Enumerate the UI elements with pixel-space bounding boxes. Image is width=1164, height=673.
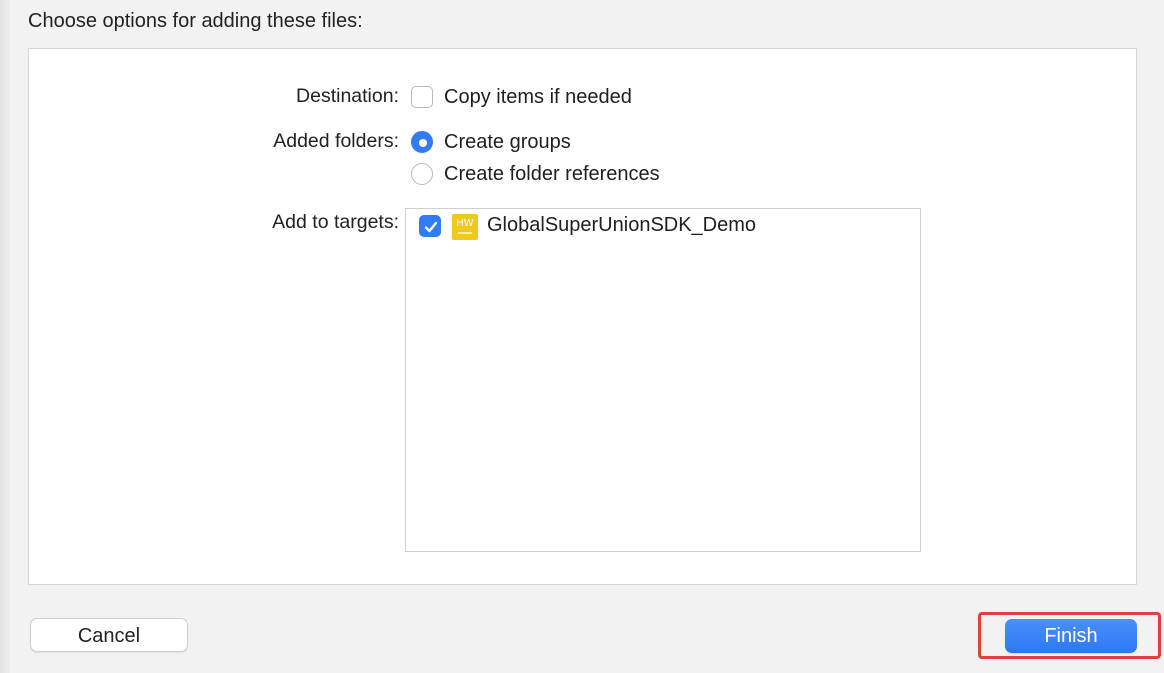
options-panel: Destination: Copy items if needed Added …: [28, 48, 1137, 585]
app-target-icon-text: HW: [456, 218, 474, 229]
create-folder-references-radio[interactable]: [411, 163, 433, 185]
added-folders-label: Added folders:: [273, 130, 399, 152]
targets-list[interactable]: HW GlobalSuperUnionSDK_Demo: [405, 208, 921, 552]
create-groups-label[interactable]: Create groups: [444, 131, 571, 154]
add-files-sheet: Choose options for adding these files: D…: [10, 0, 1164, 673]
cancel-button[interactable]: Cancel: [30, 618, 188, 652]
copy-items-label[interactable]: Copy items if needed: [444, 86, 632, 109]
target-name[interactable]: GlobalSuperUnionSDK_Demo: [487, 214, 756, 237]
copy-items-checkbox[interactable]: [411, 86, 433, 108]
add-to-targets-label: Add to targets:: [272, 211, 399, 233]
target-checkbox[interactable]: [419, 215, 441, 237]
window-edge: [0, 0, 10, 673]
checkmark-icon: [424, 221, 438, 233]
app-target-icon: HW: [452, 214, 478, 240]
create-folder-references-label[interactable]: Create folder references: [444, 163, 660, 186]
dialog-heading: Choose options for adding these files:: [28, 10, 363, 32]
destination-label: Destination:: [296, 85, 399, 107]
create-groups-radio[interactable]: [411, 131, 433, 153]
finish-highlight-annotation: [978, 612, 1161, 659]
